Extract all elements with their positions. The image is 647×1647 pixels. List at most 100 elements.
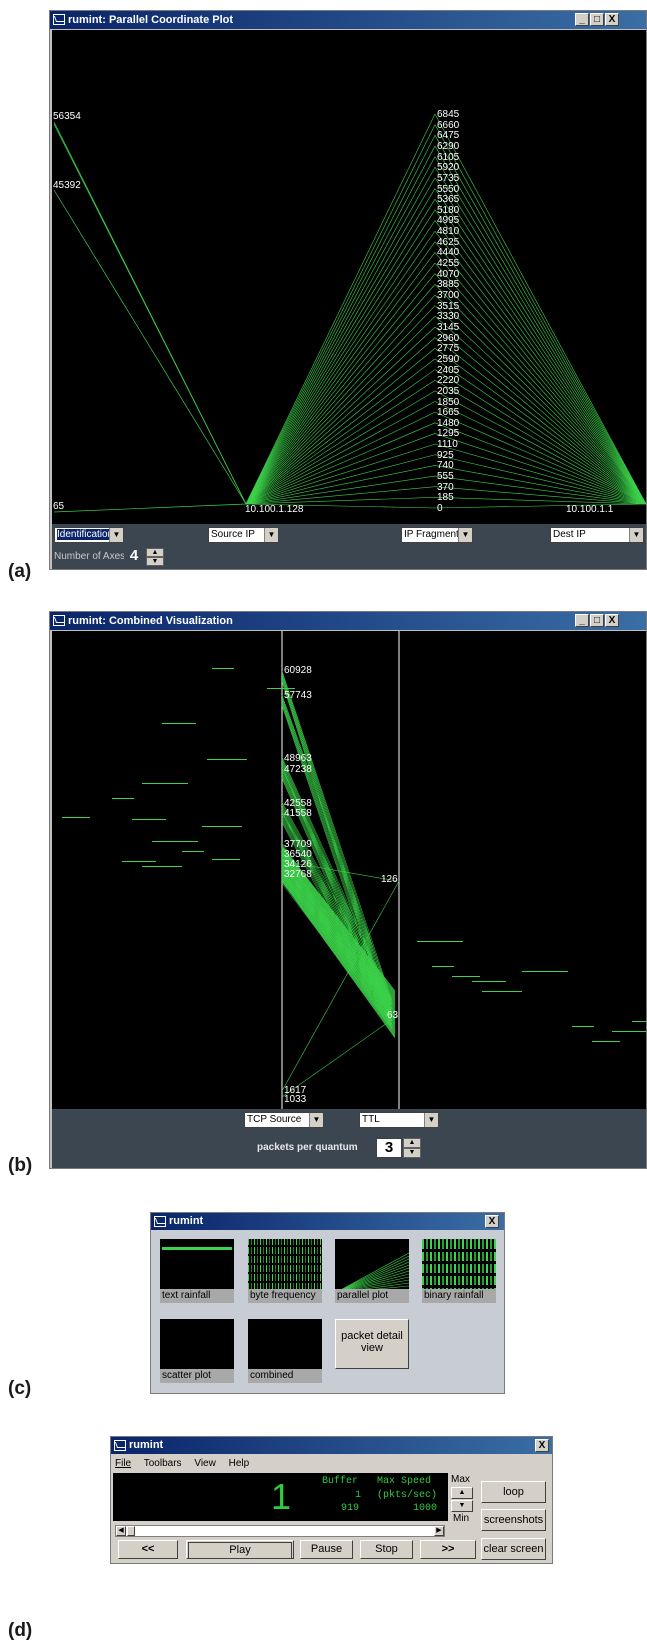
axis2-to-axis3-line [245, 358, 436, 505]
rewind-button[interactable]: << [118, 1540, 178, 1559]
axis3-tick-label: 2220 [437, 375, 460, 387]
play-button[interactable]: Play [186, 1540, 294, 1559]
pause-button[interactable]: Pause [300, 1540, 353, 1559]
axis3-to-axis4-line [434, 379, 646, 505]
axis3-tick-label: 185 [437, 492, 454, 504]
axis3-tick-label: 0 [437, 503, 443, 514]
axis2-to-axis3-line [245, 273, 436, 505]
axis3-tick-label: 3330 [437, 311, 460, 323]
parallel-plot-canvas[interactable]: 56354 45392 65 10.100.1.128 10.100.1.1 6… [52, 30, 646, 524]
axis2-to-axis3-line [245, 486, 436, 505]
axis3-tick-label: 5550 [437, 183, 460, 195]
axis2-select[interactable]: Source IP ▼ [208, 527, 279, 543]
flow-line [281, 858, 396, 1008]
close-button[interactable]: X [485, 1215, 499, 1228]
axis3-tick-label: 4070 [437, 268, 460, 280]
axis3-tick-label: 370 [437, 481, 454, 493]
frequency-gap [248, 1263, 322, 1265]
packet-detail-view-button[interactable]: packet detail view [335, 1319, 409, 1369]
timeline-scrollbar[interactable]: ◀ ▶ [115, 1525, 445, 1537]
flow-line [281, 873, 396, 1029]
minimize-button[interactable]: _ [575, 614, 589, 627]
axis3-select[interactable]: IP Fragment ▼ [401, 527, 473, 543]
quantum-label: packets per quantum [257, 1142, 358, 1153]
scatter-dot-run [632, 1021, 646, 1022]
tile-label[interactable]: byte frequency [248, 1289, 322, 1303]
axis2-select[interactable]: TTL ▼ [359, 1112, 439, 1128]
stop-button[interactable]: Stop [360, 1540, 413, 1559]
dropdown-arrow-icon: ▼ [309, 1113, 323, 1127]
close-button[interactable]: X [605, 614, 619, 627]
tile-label[interactable]: text rainfall [160, 1289, 234, 1303]
axis1-select[interactable]: TCP Source ▼ [244, 1112, 324, 1128]
speed-up-button[interactable]: ▲ [451, 1487, 473, 1499]
menu-toolbars[interactable]: Toolbars [144, 1458, 182, 1469]
axis1-label: 48963 [284, 753, 312, 764]
maximize-button[interactable]: □ [590, 614, 604, 627]
parallel-plot-window: rumint: Parallel Coordinate Plot _ □ X 5… [49, 10, 647, 570]
axis3-tick-label: 1480 [437, 417, 460, 429]
scatter-dot-run [592, 1041, 620, 1042]
buffer-total: 919 [341, 1503, 360, 1514]
spin-down-button[interactable]: ▼ [146, 557, 164, 566]
play-label: Play [188, 1542, 292, 1559]
axis2-to-axis3-line [245, 294, 436, 505]
menu-help[interactable]: Help [229, 1458, 250, 1469]
axis3-to-axis4-line [434, 145, 646, 505]
axis3-tick-label: 925 [437, 449, 454, 461]
axis1-select[interactable]: Identification ▼ [54, 527, 124, 543]
axis3-tick-label: 4625 [437, 236, 460, 248]
forward-button[interactable]: >> [420, 1540, 476, 1559]
big-counter: 1 [271, 1476, 292, 1517]
spin-up-button[interactable]: ▲ [403, 1138, 421, 1148]
speed-down-button[interactable]: ▼ [451, 1500, 473, 1512]
axis4-select[interactable]: Dest IP ▼ [550, 527, 644, 543]
buffer-label: Buffer [322, 1476, 359, 1487]
max-label: Max [451, 1474, 470, 1485]
num-axes-value[interactable]: 4 [124, 547, 144, 567]
axis3-to-axis4-line [434, 177, 646, 505]
tile-label[interactable]: parallel plot [335, 1289, 409, 1303]
scatter-dot-run [572, 1026, 594, 1027]
loop-button[interactable]: loop [481, 1481, 546, 1503]
flow-line [281, 871, 396, 1025]
spin-up-button[interactable]: ▲ [146, 548, 164, 557]
scroll-left-icon[interactable]: ◀ [116, 1526, 126, 1536]
scatter-dot-run [452, 976, 480, 977]
flow-line [281, 877, 396, 1034]
axis2-select-value: TTL [362, 1114, 380, 1125]
axis3-tick-label: 3145 [437, 321, 460, 333]
flow-line [281, 876, 396, 1032]
launcher-window: rumint X text rainfall byte frequency pa… [150, 1212, 505, 1394]
status-display: 1 Buffer 1 919 Max Speed (pkts/sec) 1000 [113, 1473, 448, 1521]
close-button[interactable]: X [605, 13, 619, 26]
axis4-label: 10.100.1.1 [566, 504, 614, 515]
title-bar: rumint: Combined Visualization [50, 612, 646, 630]
rainfall-band [162, 1247, 232, 1250]
close-button[interactable]: X [535, 1439, 549, 1452]
scroll-right-icon[interactable]: ▶ [434, 1526, 444, 1536]
clear-screen-button[interactable]: clear screen [481, 1538, 546, 1560]
num-axes-label: Number of Axes [54, 551, 126, 562]
quantum-value[interactable]: 3 [376, 1138, 402, 1158]
flow-line [281, 879, 396, 1036]
tile-label[interactable]: binary rainfall [422, 1289, 496, 1303]
screenshots-button[interactable]: screenshots [481, 1509, 546, 1531]
tile-label[interactable]: combined [248, 1369, 322, 1383]
menu-file[interactable]: File [115, 1458, 131, 1469]
axis3-to-axis4-line [434, 188, 646, 505]
spin-down-button[interactable]: ▼ [403, 1148, 421, 1158]
axis3-tick-label: 1110 [437, 439, 458, 451]
minimize-button[interactable]: _ [575, 13, 589, 26]
scatter-dot-run [417, 941, 463, 942]
axis3-tick-label: 3700 [437, 290, 460, 302]
combined-canvas[interactable]: 60928 57743 48963 47238 42558 41558 3770… [52, 631, 646, 1109]
axis2-select-value: Source IP [211, 529, 255, 540]
maximize-button[interactable]: □ [590, 13, 604, 26]
axis3-to-axis4-line [434, 486, 646, 505]
scatter-dot-run [142, 783, 188, 784]
tile-label[interactable]: scatter plot [160, 1369, 234, 1383]
menu-view[interactable]: View [194, 1458, 216, 1469]
scroll-thumb[interactable] [127, 1526, 135, 1536]
flow-line [281, 871, 396, 1026]
